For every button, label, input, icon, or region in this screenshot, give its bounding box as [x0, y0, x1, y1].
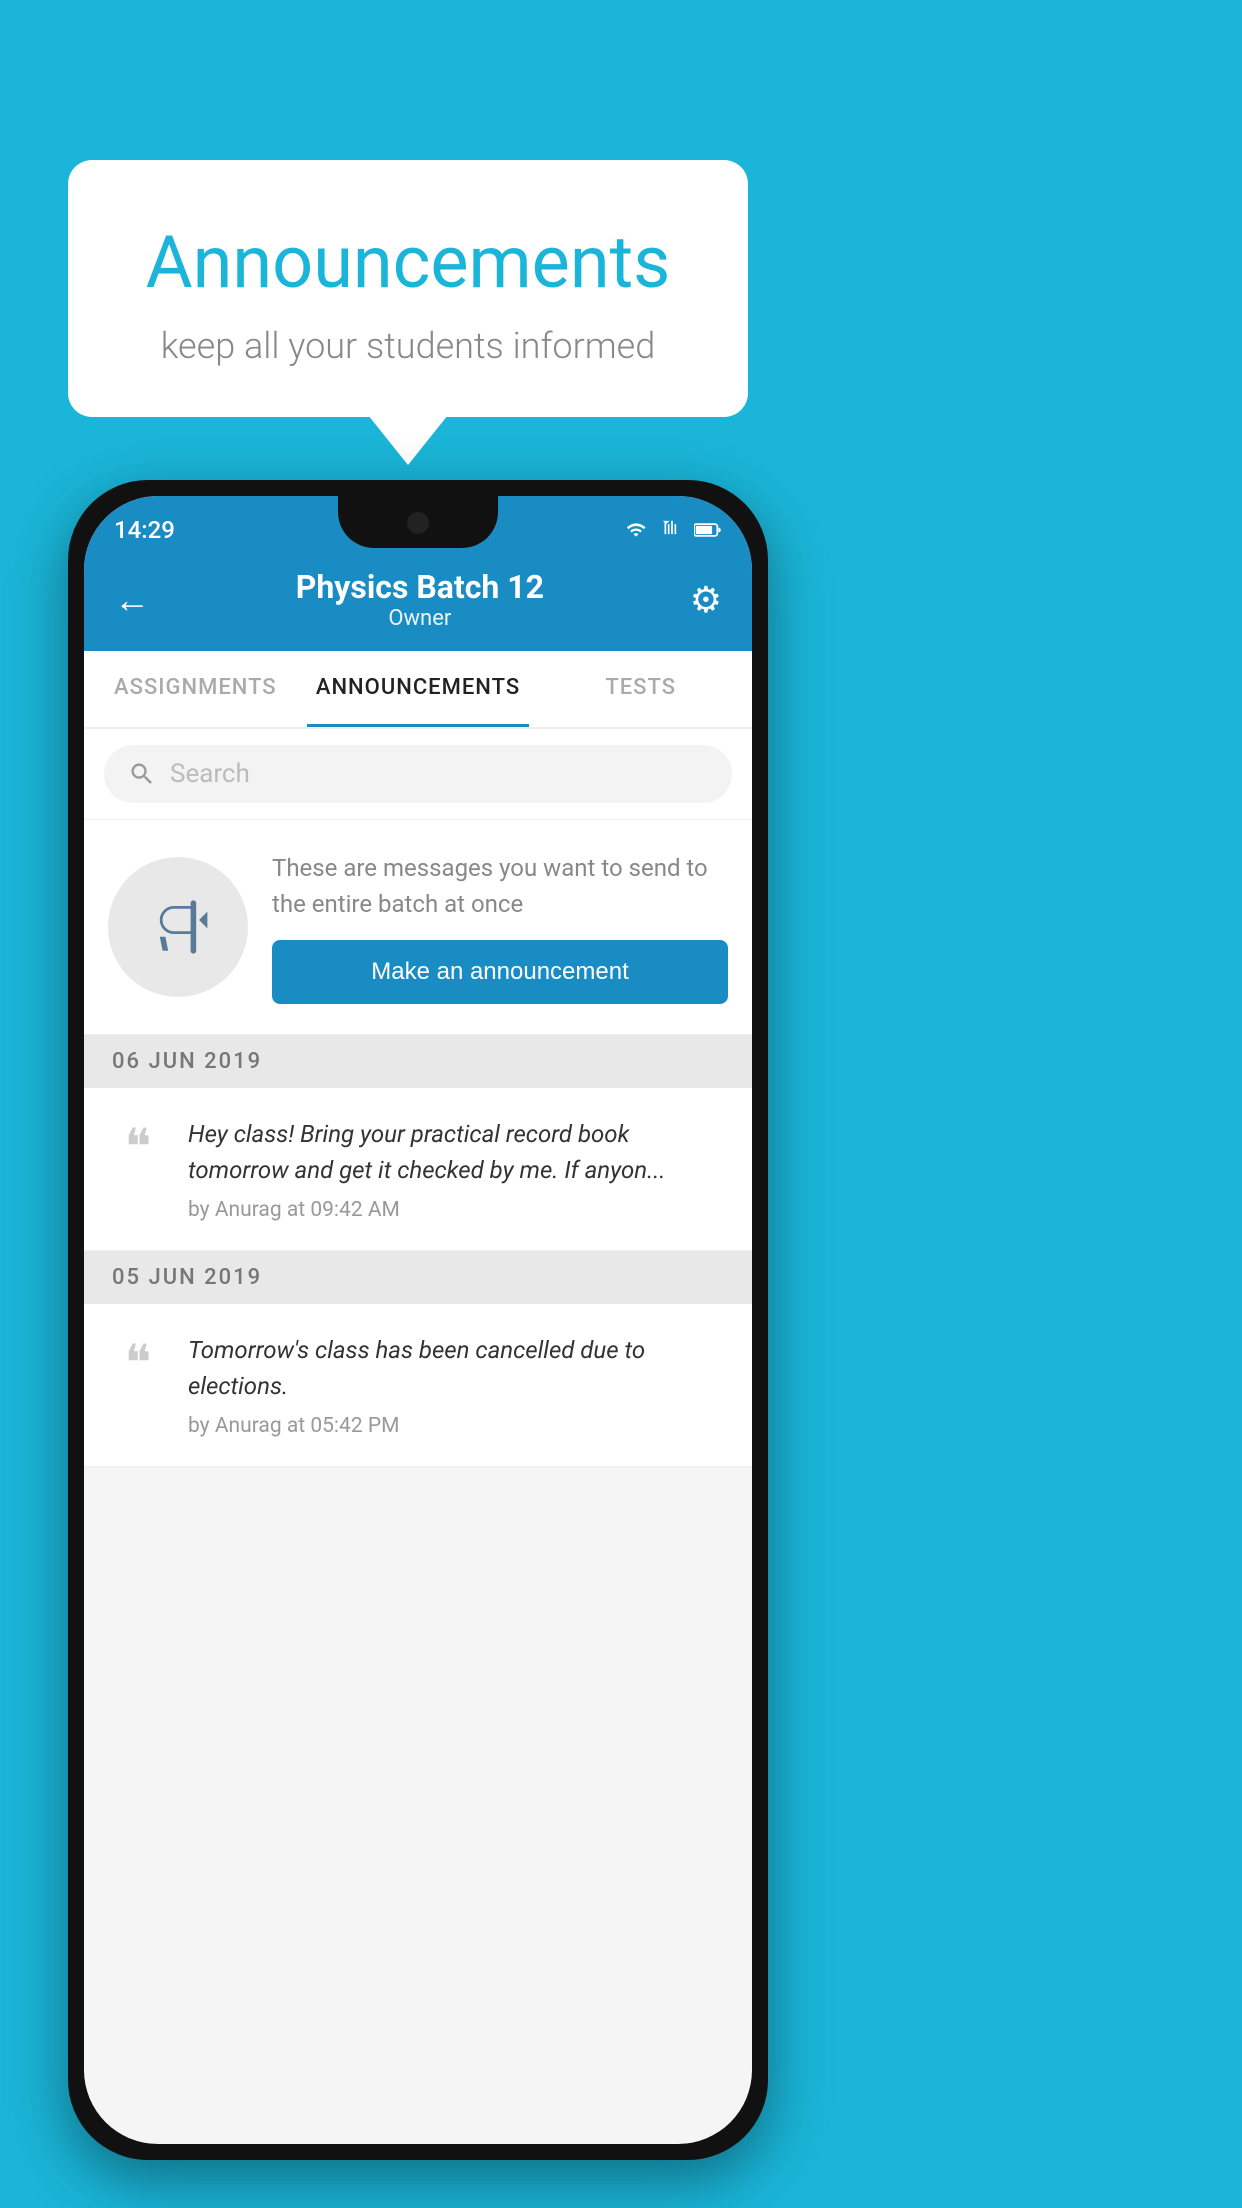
- status-time: 14:29: [114, 516, 175, 544]
- phone-inner: 14:29 ←: [76, 488, 760, 2152]
- tabs-bar: ASSIGNMENTS ANNOUNCEMENTS TESTS: [84, 651, 752, 729]
- signal-icon: [658, 520, 686, 540]
- make-announcement-button[interactable]: Make an announcement: [272, 940, 728, 1004]
- date-separator-2: 05 JUN 2019: [84, 1251, 752, 1304]
- announcement-bubble: Announcements keep all your students inf…: [68, 160, 748, 417]
- tab-announcements[interactable]: ANNOUNCEMENTS: [307, 651, 530, 727]
- search-bar-wrap: Search: [84, 729, 752, 820]
- header-subtitle: Owner: [150, 606, 690, 631]
- battery-icon: [694, 520, 722, 540]
- search-icon: [128, 760, 156, 788]
- announcement-item-2[interactable]: ❝ Tomorrow's class has been cancelled du…: [84, 1304, 752, 1467]
- megaphone-circle: [108, 857, 248, 997]
- phone-frame: 14:29 ←: [68, 480, 768, 2160]
- phone-screen: 14:29 ←: [84, 496, 752, 2144]
- app-header: ← Physics Batch 12 Owner ⚙: [84, 552, 752, 651]
- camera: [407, 512, 429, 534]
- wifi-icon: [622, 520, 650, 540]
- search-bar[interactable]: Search: [104, 745, 732, 803]
- header-title: Physics Batch 12: [150, 568, 690, 606]
- announcement-text-2: Tomorrow's class has been cancelled due …: [188, 1332, 728, 1404]
- notch: [338, 496, 498, 548]
- search-placeholder: Search: [170, 759, 250, 789]
- header-center: Physics Batch 12 Owner: [150, 568, 690, 631]
- announcement-content-2: Tomorrow's class has been cancelled due …: [188, 1332, 728, 1438]
- quote-icon-2: ❝: [108, 1338, 168, 1388]
- date-separator-1: 06 JUN 2019: [84, 1035, 752, 1088]
- announcement-text-1: Hey class! Bring your practical record b…: [188, 1116, 728, 1188]
- announcement-content-1: Hey class! Bring your practical record b…: [188, 1116, 728, 1222]
- cta-right: These are messages you want to send to t…: [272, 850, 728, 1004]
- megaphone-icon: [143, 892, 213, 962]
- announcement-cta: These are messages you want to send to t…: [84, 820, 752, 1035]
- announcement-item-1[interactable]: ❝ Hey class! Bring your practical record…: [84, 1088, 752, 1251]
- status-icons: [622, 520, 722, 540]
- announcement-meta-1: by Anurag at 09:42 AM: [188, 1198, 728, 1222]
- tab-assignments[interactable]: ASSIGNMENTS: [84, 651, 307, 727]
- tab-tests[interactable]: TESTS: [529, 651, 752, 727]
- settings-icon[interactable]: ⚙: [690, 579, 722, 621]
- back-button[interactable]: ←: [114, 579, 150, 621]
- bubble-subtitle: keep all your students informed: [118, 325, 698, 367]
- bubble-title: Announcements: [118, 220, 698, 305]
- quote-icon-1: ❝: [108, 1122, 168, 1172]
- announcement-meta-2: by Anurag at 05:42 PM: [188, 1414, 728, 1438]
- cta-description: These are messages you want to send to t…: [272, 850, 728, 922]
